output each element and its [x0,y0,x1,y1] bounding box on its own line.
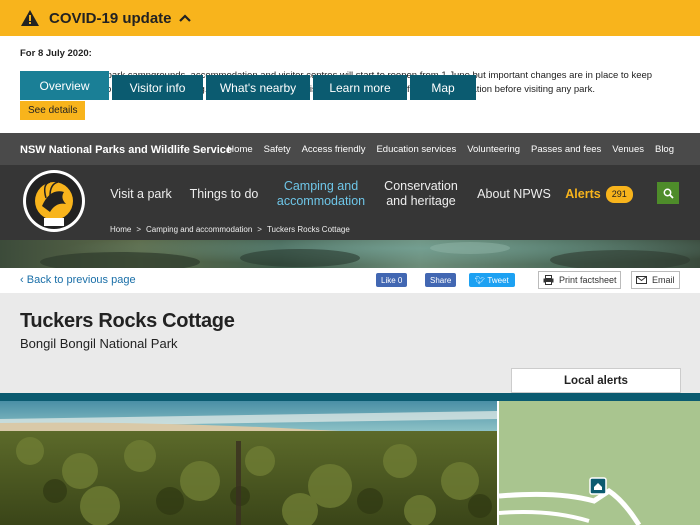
tab-learn-more[interactable]: Learn more [313,75,407,100]
org-name[interactable]: NSW National Parks and Wildlife Service [20,144,232,156]
util-link-blog[interactable]: Blog [655,144,674,155]
back-link-label: Back to previous page [26,274,136,286]
utility-nav: NSW National Parks and Wildlife Service … [0,133,700,165]
chevron-up-icon[interactable] [178,14,191,22]
covid-title: COVID-19 update [49,9,172,27]
npws-logo[interactable] [20,168,88,234]
tab-map[interactable]: Map [410,75,476,100]
breadcrumb: Home > Camping and accommodation > Tucke… [110,225,350,234]
print-label: Print factsheet [559,275,617,285]
park-photo [0,401,497,525]
search-icon [663,188,674,199]
envelope-icon [636,276,647,284]
menu-things-to-do[interactable]: Things to do [184,165,264,223]
alerts-label: Alerts [565,186,601,201]
map-graphic [499,401,700,525]
email-label: Email [652,275,675,285]
search-button[interactable] [657,182,679,204]
map-pin-icon[interactable] [589,477,607,495]
chevron-left-icon: ‹ [20,274,27,286]
menu-alerts[interactable]: Alerts 291 [562,165,636,223]
page-title: Tuckers Rocks Cottage [20,310,235,332]
util-link-access[interactable]: Access friendly [302,144,366,155]
breadcrumb-current: Tuckers Rocks Cottage [266,225,350,234]
util-link-safety[interactable]: Safety [264,144,291,155]
email-button[interactable]: Email [631,271,680,289]
breadcrumb-home[interactable]: Home [110,225,131,234]
print-factsheet-button[interactable]: Print factsheet [538,271,621,289]
tab-underline [0,393,700,401]
util-link-venues[interactable]: Venues [612,144,644,155]
covid-banner[interactable]: COVID-19 update [0,0,700,36]
page-subtitle[interactable]: Bongil Bongil National Park [20,336,178,351]
park-map[interactable] [497,401,700,525]
alerts-count-badge: 291 [605,185,633,203]
local-alerts-button[interactable]: Local alerts [511,368,681,393]
menu-visit-a-park[interactable]: Visit a park [104,165,178,223]
twitter-icon: 🐦︎ [475,275,486,285]
breadcrumb-sep: > [257,225,262,234]
tweet-button[interactable]: 🐦︎ Tweet [469,273,515,287]
see-details-button[interactable]: See details [20,101,86,120]
util-link-volunteering[interactable]: Volunteering [467,144,520,155]
page-toolbar: ‹ Back to previous page Like 0 Share 🐦︎ … [0,268,700,293]
breadcrumb-sep: > [136,225,142,234]
facebook-like-button[interactable]: Like 0 [376,273,408,287]
back-link[interactable]: ‹ Back to previous page [20,274,136,286]
hero-image [0,240,700,268]
menu-conservation-heritage[interactable]: Conservation and heritage [378,165,464,223]
menu-about-npws[interactable]: About NPWS [472,165,556,223]
tab-whats-nearby[interactable]: What's nearby [206,75,310,100]
park-photo-graphic [0,401,497,525]
warning-icon [21,10,39,26]
tweet-label: Tweet [487,275,509,285]
utility-links: Home Safety Access friendly Education se… [227,144,674,155]
breadcrumb-camping[interactable]: Camping and accommodation [146,225,252,234]
util-link-home[interactable]: Home [227,144,252,155]
tab-visitor-info[interactable]: Visitor info [112,75,203,100]
covid-date: For 8 July 2020: [20,48,92,59]
tab-overview[interactable]: Overview [20,71,109,100]
hero-rocks [40,242,690,268]
menu-camping-accommodation[interactable]: Camping and accommodation [272,165,370,223]
main-nav: Visit a park Things to do Camping and ac… [0,165,700,240]
fb-like-label: Like 0 [381,275,403,285]
util-link-education[interactable]: Education services [376,144,456,155]
util-link-passes[interactable]: Passes and fees [531,144,601,155]
facebook-share-button[interactable]: Share [425,273,457,287]
printer-icon [543,275,554,285]
